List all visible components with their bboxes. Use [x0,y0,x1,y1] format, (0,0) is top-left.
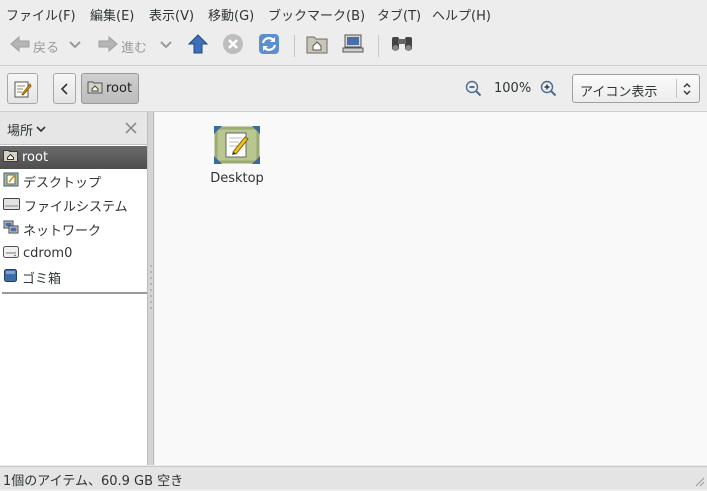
network-icon [3,220,19,239]
sidebar-item-label: デスクトップ [23,176,102,191]
sidebar-item-label: root [22,150,49,165]
menu-edit[interactable]: 編集(E) [90,5,134,24]
menubar: ファイル(F) 編集(E) 表示(V) 移動(G) ブックマーク(B) タブ(T… [0,0,707,27]
sidebar-divider [2,292,147,294]
stop-button[interactable] [222,33,244,59]
forward-history-dropdown[interactable] [160,33,172,59]
forward-arrow-icon [98,35,118,57]
chevron-down-icon [160,39,172,54]
back-label: 戻る [33,40,60,56]
cdrom-icon [3,244,19,263]
chevron-down-icon [69,39,81,54]
forward-label: 進む [121,40,148,56]
sidebar-item-filesystem[interactable]: ファイルシステム [0,194,147,217]
menu-view[interactable]: 表示(V) [149,5,194,24]
toolbar-separator [378,35,379,57]
places-dropdown[interactable]: 場所 [7,120,46,139]
sidebar-item-network[interactable]: ネットワーク [0,218,147,241]
location-bar: root 100% アイコン表示 [0,66,707,112]
pane-resize-handle[interactable] [147,112,154,465]
stop-icon [222,33,244,59]
path-segment-label: root [106,81,133,96]
places-label: 場所 [7,124,34,139]
view-mode-value: アイコン表示 [580,85,658,100]
desktop-folder-icon [214,126,260,168]
binoculars-icon [390,34,414,58]
menu-help[interactable]: ヘルプ(H) [432,5,491,24]
zoom-in-icon[interactable] [540,80,557,101]
sidebar-item-desktop[interactable]: デスクトップ [0,170,147,193]
path-left-button[interactable] [53,73,76,104]
toolbar: 戻る 進む [0,27,707,66]
reload-button[interactable] [258,33,280,59]
home-folder-icon [87,80,103,98]
sidebar-item-label: cdrom0 [23,246,73,261]
menu-bookmarks[interactable]: ブックマーク(B) [268,5,365,24]
zoom-out-icon[interactable] [465,80,482,101]
home-button[interactable] [306,33,328,59]
sidebar-item-label: ネットワーク [23,224,102,239]
home-folder-icon [3,149,18,166]
file-name: Desktop [210,171,264,186]
view-mode-select[interactable]: アイコン表示 [572,74,700,103]
forward-button[interactable]: 進む [98,33,147,59]
sidebar-item-label: ファイルシステム [24,200,128,215]
up-arrow-icon [187,34,209,58]
sidebar-item-root[interactable]: root [0,146,147,169]
resize-grip-icon[interactable] [693,475,705,487]
toolbar-separator [294,35,295,57]
chevron-left-icon [60,83,70,99]
trash-icon [3,268,18,287]
file-item-desktop[interactable]: Desktop [207,124,267,194]
close-sidebar-icon[interactable] [125,122,137,138]
filesystem-icon [3,197,20,215]
back-history-dropdown[interactable] [69,33,81,59]
updown-chevron-icon [682,82,692,100]
toggle-location-entry-button[interactable] [7,73,38,104]
desktop-icon [3,172,19,191]
search-button[interactable] [390,33,414,59]
places-sidebar: root デスクトップ ファイルシステム ネットワーク cdrom0 ゴミ箱 [0,145,147,465]
menu-go[interactable]: 移動(G) [208,5,254,24]
sidebar-item-trash[interactable]: ゴミ箱 [0,266,147,289]
chevron-down-icon [36,122,46,137]
zoom-level: 100% [494,81,532,96]
path-segment-root[interactable]: root [81,73,139,104]
back-button[interactable]: 戻る [10,33,59,59]
home-folder-icon [306,34,328,58]
edit-note-icon [14,80,32,102]
sidebar-item-label: ゴミ箱 [22,272,62,287]
menu-tabs[interactable]: タブ(T) [377,5,421,24]
back-arrow-icon [10,35,30,57]
computer-icon [342,34,364,58]
up-button[interactable] [187,33,209,59]
status-text: 1個のアイテム、60.9 GB 空き [3,474,184,489]
status-bar: 1個のアイテム、60.9 GB 空き [0,466,707,489]
computer-button[interactable] [342,33,364,59]
sidebar-item-cdrom0[interactable]: cdrom0 [0,242,147,265]
select-divider [676,79,677,98]
sidebar-header: 場所 [0,112,147,145]
reload-icon [258,33,280,59]
menu-file[interactable]: ファイル(F) [6,5,76,24]
